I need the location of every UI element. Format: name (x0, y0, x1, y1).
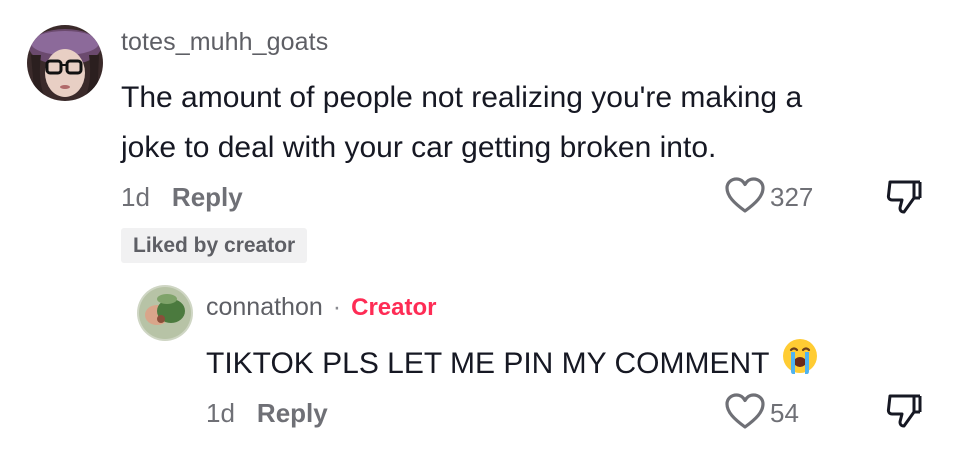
commenter-username[interactable]: totes_muhh_goats (121, 28, 328, 57)
creator-avatar[interactable] (137, 285, 193, 341)
reply-like-button[interactable]: 54 (724, 392, 799, 435)
thumbs-down-outline-icon (884, 180, 924, 220)
reply-username[interactable]: connathon (206, 293, 323, 322)
comment-like-count: 327 (770, 182, 814, 212)
reply-author-row: connathon · Creator (206, 293, 436, 322)
comment-reply-button[interactable]: Reply (172, 182, 243, 213)
creator-label: Creator (351, 294, 437, 321)
reply-timestamp: 1d (206, 398, 235, 428)
commenter-avatar[interactable] (27, 25, 103, 101)
comment-meta: 1d Reply (121, 182, 243, 213)
reply-text: TIKTOK PLS LET ME PIN MY COMMENT (206, 347, 770, 380)
comment-like-button[interactable]: 327 (724, 176, 813, 219)
separator-dot: · (332, 293, 342, 321)
comment-text: The amount of people not realizing you'r… (121, 73, 802, 173)
heart-outline-icon (724, 176, 766, 219)
comment-timestamp: 1d (121, 182, 150, 212)
thumbs-down-outline-icon (884, 394, 924, 434)
comment-text-line-2: joke to deal with your car getting broke… (121, 131, 717, 164)
loudly-crying-face-icon (781, 337, 819, 391)
heart-outline-icon (724, 392, 766, 435)
liked-by-creator-badge: Liked by creator (121, 228, 308, 263)
comment-text-line-1: The amount of people not realizing you'r… (121, 81, 803, 114)
reply-text-row: TIKTOK PLS LET ME PIN MY COMMENT (206, 337, 819, 391)
reply-like-count: 54 (770, 398, 799, 428)
reply-dislike-button[interactable] (884, 392, 924, 435)
comment-dislike-button[interactable] (884, 178, 924, 221)
reply-meta: 1d Reply (206, 398, 328, 429)
reply-reply-button[interactable]: Reply (257, 398, 328, 429)
